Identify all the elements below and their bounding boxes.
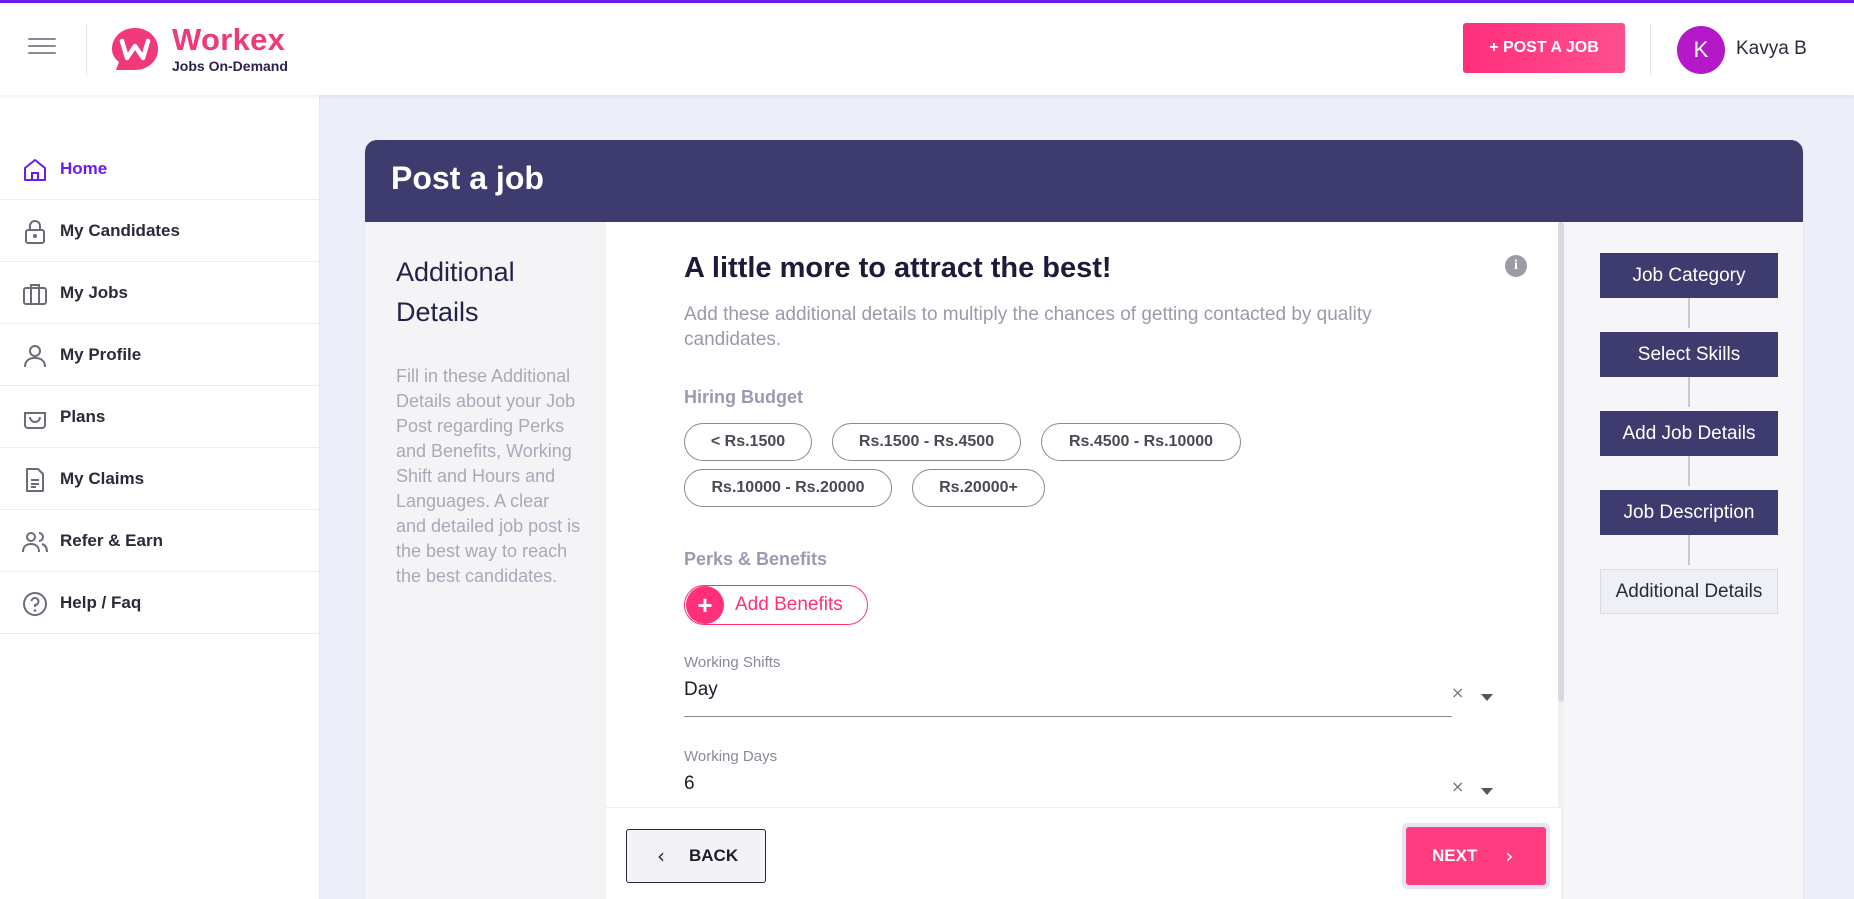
sidebar-item-help-faq[interactable]: Help / Faq: [0, 573, 320, 634]
menu-icon[interactable]: [28, 38, 56, 58]
sidebar-item-label: Refer & Earn: [60, 531, 163, 550]
avatar[interactable]: K: [1677, 26, 1725, 74]
top-header: Workex Jobs On-Demand + POST A JOB K Kav…: [0, 3, 1854, 95]
hiring-budget-label: Hiring Budget: [684, 387, 803, 407]
sidebar-item-my-profile[interactable]: My Profile: [0, 325, 320, 386]
step-connector: [1688, 377, 1690, 407]
perks-benefits-label: Perks & Benefits: [684, 549, 828, 569]
sidebar-item-label: My Candidates: [60, 221, 180, 240]
step-info-title: Additional Details: [396, 257, 515, 327]
working-days-chevron-down-icon[interactable]: [1481, 788, 1493, 795]
steps-panel: Job Category Select Skills Add Job Detai…: [1564, 222, 1803, 899]
step-job-category[interactable]: Job Category: [1600, 253, 1778, 298]
workex-logo-icon: [112, 28, 158, 70]
users-icon: [22, 532, 48, 553]
chevron-left-icon: ‹: [657, 844, 665, 868]
add-benefits-button[interactable]: + Add Benefits: [684, 585, 868, 625]
step-additional-details[interactable]: Additional Details: [1600, 569, 1778, 614]
sidebar-item-my-candidates[interactable]: My Candidates: [0, 201, 320, 262]
page-title: Post a job: [391, 160, 544, 196]
form-panel: A little more to attract the best! i Add…: [606, 222, 1561, 807]
step-job-description[interactable]: Job Description: [1600, 490, 1778, 535]
lock-icon: [25, 220, 45, 244]
budget-option-chip[interactable]: Rs.20000+: [912, 469, 1045, 507]
working-shifts-chevron-down-icon[interactable]: [1481, 694, 1493, 701]
next-button-focus-ring: NEXT ›: [1402, 823, 1550, 889]
page-scrollbar[interactable]: [1846, 95, 1854, 899]
working-days-clear-icon[interactable]: ×: [1451, 777, 1464, 796]
info-icon[interactable]: i: [1505, 255, 1527, 277]
working-shifts-clear-icon[interactable]: ×: [1451, 683, 1464, 702]
sidebar-item-plans[interactable]: Plans: [0, 387, 320, 448]
budget-option-chip[interactable]: < Rs.1500: [684, 423, 812, 461]
step-connector: [1688, 298, 1690, 328]
step-connector: [1688, 535, 1690, 565]
card-header: Post a job: [365, 140, 1803, 222]
form-subheading: Add these additional details to multiply…: [684, 304, 1372, 350]
working-shifts-underline: [684, 716, 1452, 717]
basket-icon: [24, 412, 46, 429]
user-icon: [24, 345, 46, 368]
budget-option-chip[interactable]: Rs.1500 - Rs.4500: [832, 423, 1021, 461]
chevron-right-icon: ›: [1505, 844, 1514, 868]
sidebar-item-my-jobs[interactable]: My Jobs: [0, 263, 320, 324]
sidebar-item-label: Help / Faq: [60, 593, 142, 612]
form-footer: ‹ BACK NEXT ›: [606, 807, 1561, 899]
sidebar-item-home[interactable]: Home: [0, 139, 320, 200]
step-info-description: Fill in these Additional Details about y…: [396, 366, 581, 586]
sidebar-item-label: My Jobs: [60, 283, 129, 302]
working-shifts-label: Working Shifts: [684, 654, 781, 671]
step-select-skills[interactable]: Select Skills: [1600, 332, 1778, 377]
sidebar-item-refer-earn[interactable]: Refer & Earn: [0, 511, 320, 572]
post-a-job-button[interactable]: + POST A JOB: [1463, 23, 1625, 73]
next-button[interactable]: NEXT ›: [1406, 827, 1546, 885]
form-heading: A little more to attract the best!: [684, 252, 1112, 284]
brand-tagline: Jobs On-Demand: [172, 58, 288, 74]
sidebar-item-label: My Claims: [60, 469, 145, 488]
step-add-job-details[interactable]: Add Job Details: [1600, 411, 1778, 456]
sidebar-item-my-claims[interactable]: My Claims: [0, 449, 320, 510]
working-shifts-select[interactable]: Day: [684, 679, 718, 701]
working-days-label: Working Days: [684, 748, 778, 765]
header-divider: [86, 23, 87, 75]
brand-name: Workex: [172, 22, 286, 57]
header-divider: [1650, 23, 1651, 75]
user-name[interactable]: Kavya B: [1736, 38, 1807, 60]
help-icon: [23, 592, 47, 616]
add-benefits-label: Add Benefits: [735, 594, 843, 615]
working-days-select[interactable]: 6: [684, 773, 695, 795]
budget-option-chip[interactable]: Rs.10000 - Rs.20000: [684, 469, 892, 507]
back-button-label: BACK: [689, 846, 739, 865]
briefcase-icon: [23, 284, 47, 305]
sidebar-item-label: Home: [60, 159, 108, 178]
back-button[interactable]: ‹ BACK: [626, 829, 766, 883]
sidebar-item-label: My Profile: [60, 345, 142, 364]
plus-icon: +: [686, 586, 724, 624]
step-connector: [1688, 456, 1690, 486]
step-info-panel: Additional Details Fill in these Additio…: [365, 222, 606, 899]
home-icon: [24, 159, 46, 181]
sidebar: Home My Candidates My Jobs My Profile Pl…: [0, 95, 320, 899]
sidebar-item-label: Plans: [60, 407, 106, 426]
document-icon: [26, 468, 44, 492]
budget-option-chip[interactable]: Rs.4500 - Rs.10000: [1041, 423, 1241, 461]
next-button-label: NEXT: [1432, 846, 1478, 865]
post-job-card: Post a job Additional Details Fill in th…: [365, 140, 1803, 899]
